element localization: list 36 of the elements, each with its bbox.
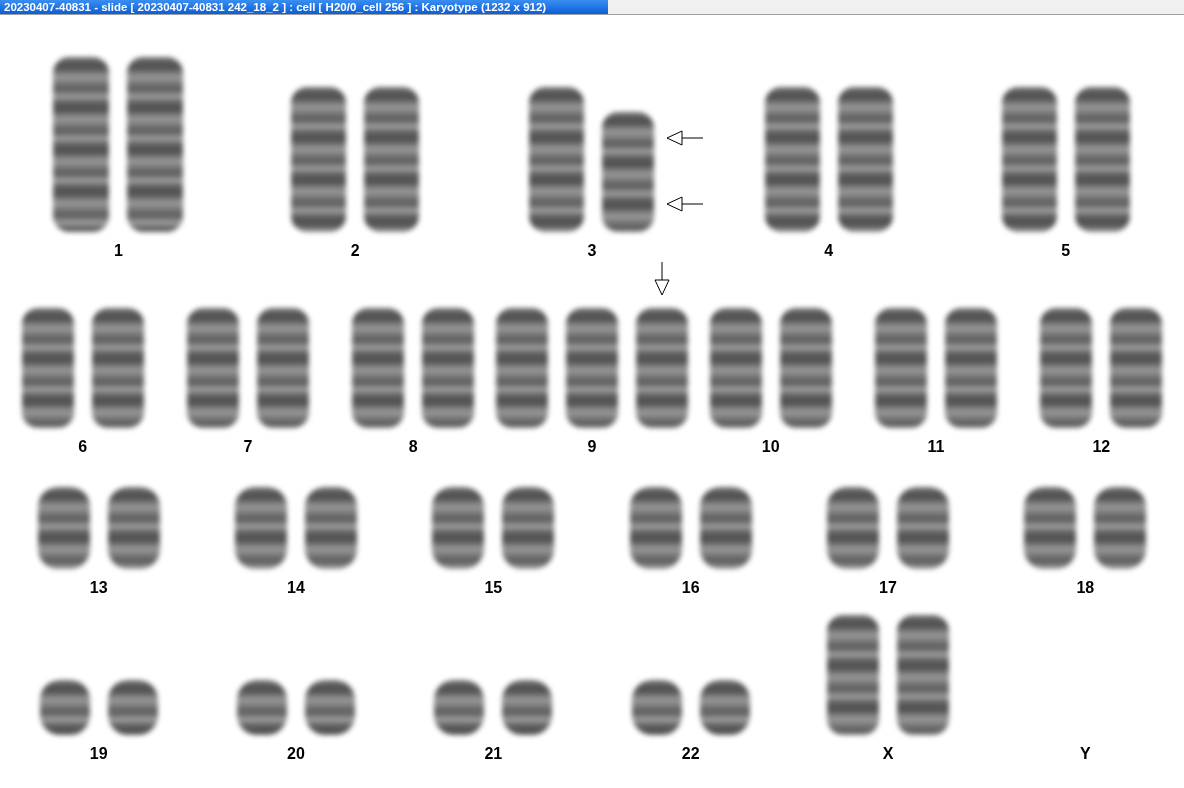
chromosome-image	[237, 680, 287, 735]
chromosome-image	[434, 680, 485, 735]
chromosome-number: 7	[243, 438, 253, 456]
chromosome-number: 1	[113, 242, 123, 260]
left-arrow-icon	[666, 130, 705, 146]
left-arrow-icon	[666, 196, 705, 212]
chromosome-number: 22	[681, 745, 700, 763]
chromosome-image	[699, 680, 750, 735]
chromosome-image	[107, 680, 158, 735]
chromosome-image	[502, 680, 553, 735]
chromosome-number: 17	[879, 579, 897, 597]
down-arrow-icon	[654, 262, 670, 296]
chromosome-number: 4	[824, 242, 834, 260]
chromosome-number: 18	[1076, 579, 1095, 597]
chromosome-number: 6	[78, 438, 88, 456]
chromosome-number: 3	[587, 242, 597, 260]
window-title: 20230407-40831 - slide [ 20230407-40831 242_18_2 ] : cell [ H20/0_cell 256 ] : Karyotype (1232 x 912)	[0, 0, 608, 14]
chromosome-number: 19	[89, 745, 108, 763]
chromosome-number: 16	[681, 579, 700, 597]
chromosome-image	[631, 680, 682, 735]
chromosome-number: 15	[484, 579, 503, 597]
chromosome-number: 12	[1092, 438, 1111, 456]
chromosome-number: 10	[761, 438, 780, 456]
chromosome-number: 11	[927, 438, 945, 456]
chromosome-number: 8	[408, 438, 418, 456]
chromosome-number: 2	[350, 242, 360, 260]
chromosome-number: 21	[484, 745, 503, 763]
chromosome-image	[305, 680, 355, 735]
chromosome-number: 9	[587, 438, 597, 456]
chromosome-image	[39, 680, 90, 735]
chromosome-number: Y	[1080, 745, 1091, 763]
chromosome-number: 20	[287, 745, 305, 763]
chromosome-number: X	[882, 745, 894, 763]
chromosome-number: 5	[1061, 242, 1071, 260]
chromosome-number: 14	[287, 579, 305, 597]
chromosome-number: 13	[89, 579, 108, 597]
